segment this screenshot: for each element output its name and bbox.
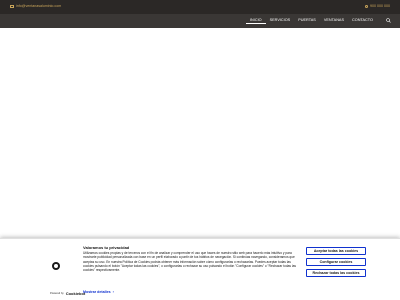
phone-icon: [365, 4, 368, 8]
nav-item-puertas[interactable]: PUERTAS: [294, 18, 320, 24]
configure-cookies-button[interactable]: Configurar cookies: [306, 258, 366, 266]
email-text: info@ventanasaluminio.com: [16, 4, 62, 8]
phone-link[interactable]: 900 000 000: [365, 4, 390, 8]
nav-item-contacto[interactable]: CONTACTO: [348, 18, 377, 24]
phone-text: 900 000 000: [370, 4, 390, 8]
powered-by-label: Powered by: [50, 292, 64, 295]
chevron-right-icon: ›: [112, 290, 114, 294]
accept-all-cookies-button[interactable]: Aceptar todas las cookies: [306, 247, 366, 255]
powered-by[interactable]: Powered by Cookiebot: [50, 291, 85, 296]
nav-item-ventanas[interactable]: VENTANAS: [320, 18, 348, 24]
show-details-link[interactable]: Mostrar detalles ›: [83, 290, 114, 294]
mail-icon: [10, 4, 14, 8]
reject-all-cookies-button[interactable]: Rechazar todas las cookies: [306, 269, 366, 277]
main-navigation: INICIO SERVICIOS PUERTAS VENTANAS CONTAC…: [0, 14, 400, 28]
top-bar: info@ventanasaluminio.com 900 000 000: [0, 0, 400, 14]
email-link[interactable]: info@ventanasaluminio.com: [10, 4, 61, 8]
page-content: [0, 28, 400, 238]
cookie-title: Valoramos tu privacidad: [83, 245, 130, 250]
search-icon[interactable]: [386, 18, 391, 23]
nav-item-servicios[interactable]: SERVICIOS: [266, 18, 295, 24]
show-details-label: Mostrar detalles: [83, 290, 111, 294]
cookie-text: Utilizamos cookies propias y de terceros…: [83, 251, 296, 273]
nav-menu: INICIO SERVICIOS PUERTAS VENTANAS CONTAC…: [246, 18, 377, 24]
cookie-logo-icon: [52, 262, 60, 270]
nav-item-inicio[interactable]: INICIO: [246, 18, 266, 24]
